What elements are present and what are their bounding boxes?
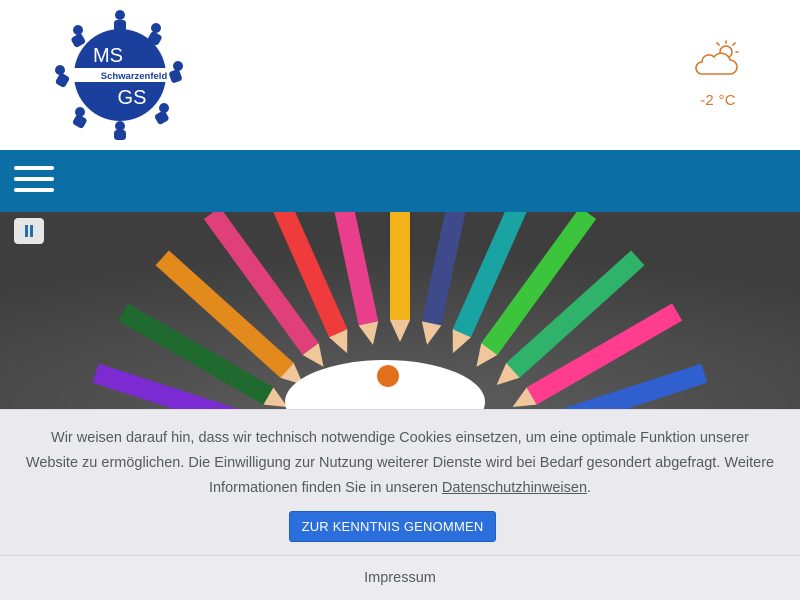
hamburger-menu-icon[interactable] [14, 166, 56, 196]
main-navbar [0, 150, 800, 212]
pencil-body [390, 212, 410, 320]
privacy-link[interactable]: Datenschutzhinweisen [442, 480, 587, 496]
pause-icon[interactable] [14, 218, 44, 244]
impressum-link[interactable]: Impressum [0, 570, 800, 586]
logo-band-text: Schwarzenfeld [101, 71, 168, 82]
hero-image [0, 212, 800, 412]
weather-widget: -2 °C [690, 40, 746, 109]
logo-line1: MS [93, 45, 123, 67]
hero-slideshow [0, 212, 800, 412]
site-footer: Impressum [0, 556, 800, 600]
partly-cloudy-icon [695, 40, 739, 75]
accept-cookies-button[interactable]: ZUR KENNTNIS GENOMMEN [289, 511, 496, 542]
cookie-notice-text: Wir weisen darauf hin, dass wir technisc… [25, 430, 775, 496]
weather-temperature: -2 °C [700, 92, 736, 109]
cookie-banner: Wir weisen darauf hin, dass wir technisc… [0, 409, 800, 556]
school-logo[interactable]: MS Schwarzenfeld GS [52, 8, 188, 142]
site-header: MS Schwarzenfeld GS -2 °C [0, 0, 800, 150]
mascot-figure [377, 365, 399, 387]
logo-line2: GS [118, 87, 147, 109]
